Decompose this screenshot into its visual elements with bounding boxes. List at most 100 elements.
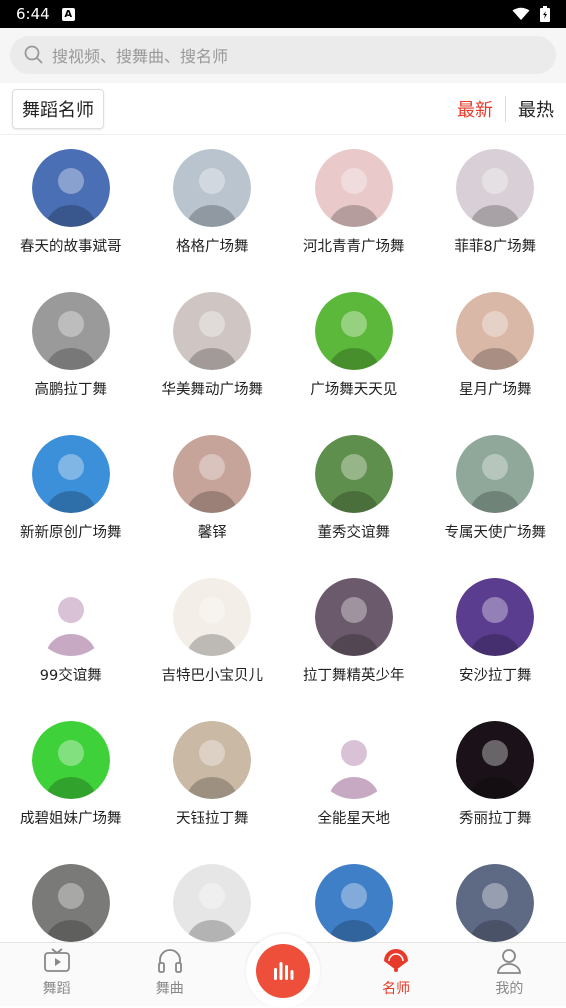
teacher-name: 天钰拉丁舞 — [176, 807, 249, 828]
teacher-item[interactable]: 华美舞动广场舞 — [142, 292, 284, 435]
teacher-name: 董秀交谊舞 — [318, 521, 391, 542]
sort-hot-button[interactable]: 最热 — [506, 96, 554, 122]
teacher-name: 专属天使广场舞 — [445, 521, 547, 542]
teacher-avatar — [173, 721, 251, 799]
teacher-item[interactable]: 广场舞天天见 — [283, 292, 425, 435]
teacher-avatar — [456, 149, 534, 227]
wifi-icon — [512, 7, 530, 21]
avatar-image — [173, 864, 251, 942]
teacher-avatar — [173, 578, 251, 656]
avatar-image — [456, 149, 534, 227]
teacher-name: 拉丁舞精英少年 — [303, 664, 405, 685]
avatar-image — [32, 864, 110, 942]
teacher-item[interactable]: 春天的故事斌哥 — [0, 149, 142, 292]
teacher-item[interactable]: 全能星天地 — [283, 721, 425, 864]
tab-dance-label: 舞蹈 — [43, 978, 71, 998]
teacher-item[interactable]: 新新原创广场舞 — [0, 435, 142, 578]
sort-newest-button[interactable]: 最新 — [457, 96, 506, 122]
teacher-name: 格格广场舞 — [176, 235, 249, 256]
teacher-item[interactable]: 拉丁舞精英少年 — [283, 578, 425, 721]
teacher-avatar — [173, 149, 251, 227]
search-icon — [24, 45, 44, 65]
teacher-name: 河北青青广场舞 — [303, 235, 405, 256]
clock: 6:44 — [16, 5, 50, 23]
audio-bars-icon — [268, 956, 298, 986]
avatar-image — [315, 578, 393, 656]
section-title: 舞蹈名师 — [12, 89, 104, 129]
teacher-item[interactable] — [425, 864, 566, 942]
teacher-name: 菲菲8广场舞 — [454, 235, 536, 256]
teacher-item[interactable]: 成碧姐妹广场舞 — [0, 721, 142, 864]
section-header: 舞蹈名师 最新 最热 — [0, 83, 566, 135]
teacher-item[interactable]: 格格广场舞 — [142, 149, 284, 292]
teacher-avatar — [456, 292, 534, 370]
tab-teachers-label: 名师 — [382, 978, 410, 998]
teacher-name: 秀丽拉丁舞 — [459, 807, 532, 828]
teacher-name: 春天的故事斌哥 — [20, 235, 122, 256]
teacher-item[interactable]: 星月广场舞 — [425, 292, 566, 435]
teacher-name: 馨铎 — [198, 521, 227, 542]
avatar-image — [456, 578, 534, 656]
tab-mine[interactable]: 我的 — [453, 946, 566, 1006]
teacher-avatar — [315, 435, 393, 513]
avatar-image — [32, 292, 110, 370]
sort-switch: 最新 最热 — [457, 96, 554, 122]
teacher-name: 安沙拉丁舞 — [459, 664, 532, 685]
tab-dance[interactable]: 舞蹈 — [0, 946, 113, 1006]
teacher-avatar — [315, 864, 393, 942]
avatar-image — [173, 721, 251, 799]
teacher-avatar — [32, 578, 110, 656]
teacher-item[interactable]: 高鹏拉丁舞 — [0, 292, 142, 435]
tab-teachers[interactable]: 名师 — [340, 946, 453, 1006]
teacher-grid: 春天的故事斌哥 格格广场舞 河北青青广场舞 菲菲8广场舞高鹏拉丁舞华美舞动广场舞广场舞… — [0, 135, 566, 942]
teacher-avatar — [173, 864, 251, 942]
teacher-name: 成碧姐妹广场舞 — [20, 807, 122, 828]
avatar-image — [456, 864, 534, 942]
avatar-image — [315, 864, 393, 942]
user-icon — [494, 946, 524, 976]
search-input[interactable]: 搜视频、搜舞曲、搜名师 — [10, 36, 556, 74]
status-bar: 6:44 A — [0, 0, 566, 28]
teacher-item[interactable]: 菲菲8广场舞 — [425, 149, 566, 292]
teacher-name: 星月广场舞 — [459, 378, 532, 399]
center-play-button-inner — [256, 944, 310, 998]
teacher-name: 新新原创广场舞 — [20, 521, 122, 542]
tab-music-label: 舞曲 — [156, 978, 184, 998]
battery-icon — [540, 6, 550, 22]
avatar-image — [315, 435, 393, 513]
tab-mine-label: 我的 — [495, 978, 523, 998]
center-play-button[interactable] — [246, 934, 320, 1008]
teacher-avatar — [32, 435, 110, 513]
tv-icon — [42, 946, 72, 976]
teacher-name: 全能星天地 — [318, 807, 391, 828]
teacher-item[interactable]: 安沙拉丁舞 — [425, 578, 566, 721]
teacher-avatar — [456, 721, 534, 799]
avatar-image — [32, 578, 110, 656]
teacher-avatar — [456, 435, 534, 513]
teacher-item[interactable] — [283, 864, 425, 942]
avatar-image — [315, 721, 393, 799]
tab-music[interactable]: 舞曲 — [113, 946, 226, 1006]
avatar-image — [173, 435, 251, 513]
avatar-image — [456, 435, 534, 513]
bottom-tab-bar: 舞蹈 舞曲 名师 我的 — [0, 942, 566, 1006]
avatar-image — [32, 435, 110, 513]
teacher-item[interactable]: 天钰拉丁舞 — [142, 721, 284, 864]
teacher-item[interactable]: 秀丽拉丁舞 — [425, 721, 566, 864]
teacher-item[interactable]: 吉特巴小宝贝儿 — [142, 578, 284, 721]
teacher-avatar — [173, 435, 251, 513]
teacher-item[interactable]: 99交谊舞 — [0, 578, 142, 721]
teacher-avatar — [456, 578, 534, 656]
teacher-item[interactable]: 河北青青广场舞 — [283, 149, 425, 292]
teacher-avatar — [456, 864, 534, 942]
teacher-item[interactable]: 董秀交谊舞 — [283, 435, 425, 578]
teacher-avatar — [315, 149, 393, 227]
teacher-item[interactable] — [0, 864, 142, 942]
avatar-image — [315, 149, 393, 227]
teacher-avatar — [32, 292, 110, 370]
teacher-item[interactable]: 专属天使广场舞 — [425, 435, 566, 578]
avatar-image — [32, 721, 110, 799]
avatar-image — [456, 292, 534, 370]
teacher-item[interactable] — [142, 864, 284, 942]
teacher-item[interactable]: 馨铎 — [142, 435, 284, 578]
